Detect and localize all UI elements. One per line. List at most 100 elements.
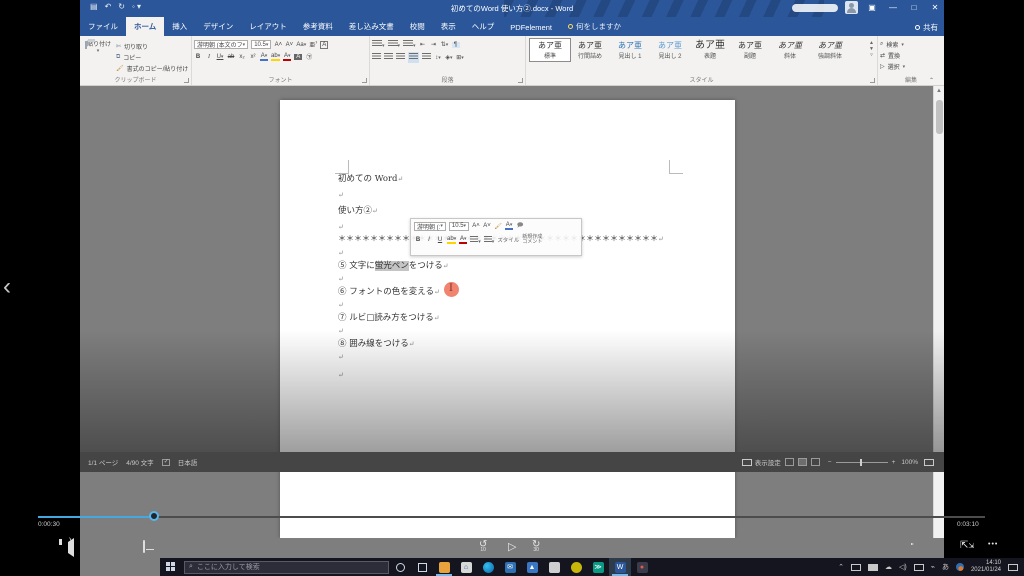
previous-video-chevron[interactable]: ‹	[3, 272, 11, 302]
font-name-combo[interactable]: 游明朝 (本文のフ ▾	[194, 40, 249, 49]
action-center-icon[interactable]	[1008, 563, 1018, 571]
highlight-color-icon[interactable]: ab▾	[271, 53, 281, 61]
mini-grow-font-icon[interactable]: A˄	[472, 223, 480, 229]
subscript-icon[interactable]: x₂	[238, 54, 246, 60]
distribute-icon[interactable]	[422, 53, 431, 62]
doc-empty-line[interactable]: ↵	[338, 248, 344, 259]
style-heading2[interactable]: あア亜 見出し 2	[650, 39, 690, 61]
recorder-app-icon[interactable]: ●	[631, 558, 653, 576]
file-explorer-icon[interactable]	[433, 558, 455, 576]
strikethrough-icon[interactable]: ab	[227, 54, 235, 60]
enclose-character-icon[interactable]: ㊦	[305, 52, 313, 61]
styles-dialog-launcher[interactable]	[870, 78, 875, 83]
style-normal[interactable]: あア亜 標準	[529, 38, 571, 62]
cut-button[interactable]: ✄ 切り取り	[116, 42, 188, 51]
doc-empty-line[interactable]: ↵	[338, 222, 344, 233]
line-spacing-icon[interactable]: ↕▾	[434, 55, 442, 61]
proofing-icon[interactable]	[161, 458, 170, 466]
word-taskbar-icon[interactable]: W	[609, 558, 631, 576]
doc-line-7[interactable]: ⑦ ルビ□読み方をつける↵	[338, 313, 440, 324]
tray-chevron-up-icon[interactable]: ⌃	[838, 563, 844, 571]
share-button[interactable]: 共有	[915, 22, 938, 33]
display-settings-button[interactable]: 表示設定	[755, 457, 781, 467]
cortana-icon[interactable]	[389, 558, 411, 576]
tell-me-box[interactable]: 何をしますか	[560, 17, 629, 36]
ime-mode-indicator[interactable]: あ	[942, 562, 949, 572]
enclose-border-icon[interactable]: A	[320, 40, 329, 49]
forward-30-button[interactable]: ↻ 30	[532, 539, 540, 553]
network-display-icon[interactable]	[913, 563, 924, 571]
yellow-app-icon[interactable]	[565, 558, 587, 576]
superscript-icon[interactable]: x²	[249, 54, 257, 60]
scrollbar-thumb[interactable]	[936, 100, 943, 134]
mini-font-size-combo[interactable]: 10.5 ▾	[448, 221, 470, 231]
styles-gallery-scroll[interactable]: ▲ ▼ ▿	[869, 40, 874, 58]
tab-view[interactable]: 表示	[433, 17, 464, 36]
tab-help[interactable]: ヘルプ	[464, 17, 503, 36]
tab-pdfelement[interactable]: PDFelement	[502, 19, 560, 36]
save-icon[interactable]: ▤	[90, 2, 98, 11]
tab-insert[interactable]: 挿入	[164, 17, 195, 36]
doc-line-6[interactable]: ⑥ フォントの色を変える↵	[338, 287, 440, 298]
mini-bullets-icon[interactable]: ▾	[470, 235, 481, 245]
bullets-icon[interactable]: ▾	[372, 40, 385, 49]
focus-mode-icon[interactable]	[924, 458, 934, 466]
microsoft-store-icon[interactable]: ⌂	[455, 558, 477, 576]
doc-empty-line[interactable]: ↵	[338, 190, 344, 201]
read-mode-icon[interactable]	[784, 458, 794, 466]
doc-empty-line[interactable]: ↵	[338, 370, 344, 381]
shrink-font-icon[interactable]: A˅	[285, 42, 294, 48]
align-left-icon[interactable]	[372, 53, 381, 62]
replace-button[interactable]: ⇄ 置換	[880, 51, 944, 60]
close-button[interactable]: ✕	[928, 3, 942, 12]
doc-line-1[interactable]: 初めての Word↵	[338, 174, 403, 185]
link-icon[interactable]: ⌁	[931, 563, 935, 571]
mini-shrink-font-icon[interactable]: A˅	[483, 223, 491, 229]
ribbon-display-options-icon[interactable]: ▣	[865, 3, 879, 12]
paste-button[interactable]: 貼り付け ▾	[85, 39, 111, 77]
character-shading-icon[interactable]: A	[294, 53, 303, 60]
show-paragraph-marks-icon[interactable]: ¶	[451, 41, 460, 48]
tab-design[interactable]: デザイン	[195, 17, 241, 36]
timeline-scrubber[interactable]	[149, 511, 159, 521]
maximize-button[interactable]: □	[907, 3, 921, 12]
zoom-out-button[interactable]: −	[828, 459, 832, 466]
doc-line-5[interactable]: ⑤ 文字に蛍光ペンをつける↵	[338, 261, 449, 272]
mini-highlight-icon[interactable]: ab▾	[447, 236, 457, 244]
borders-icon[interactable]: ⊞▾	[456, 54, 464, 61]
mail-icon[interactable]: ✉	[499, 558, 521, 576]
volume-icon[interactable]: ◁)	[899, 563, 907, 571]
teal-app-icon[interactable]: ≫	[587, 558, 609, 576]
style-italic[interactable]: あア亜 斜体	[770, 39, 810, 61]
task-view-icon[interactable]	[411, 558, 433, 576]
align-center-icon[interactable]	[384, 53, 393, 62]
account-name-blurred[interactable]	[792, 3, 838, 12]
edge-icon[interactable]	[477, 558, 499, 576]
char-count[interactable]: 4/90 文字	[126, 457, 153, 467]
tray-device-icon[interactable]	[851, 563, 862, 571]
style-title[interactable]: あア亜 表題	[690, 39, 730, 61]
zoom-slider-thumb[interactable]	[859, 458, 862, 466]
clock[interactable]: 14:10 2021/01/24	[971, 560, 1001, 574]
grow-font-icon[interactable]: A˄	[274, 42, 283, 48]
collapse-ribbon-icon[interactable]: ⌃	[929, 77, 934, 84]
text-effects-icon[interactable]: A▾	[260, 53, 268, 61]
increase-indent-icon[interactable]: ⇥	[430, 41, 438, 48]
mini-underline-icon[interactable]: U	[436, 237, 444, 243]
mini-italic-icon[interactable]: I	[425, 237, 433, 243]
tab-file[interactable]: ファイル	[80, 17, 126, 36]
edge-tray-icon[interactable]	[955, 563, 964, 571]
scroll-up-icon[interactable]: ▲	[934, 86, 944, 94]
doc-empty-line[interactable]: ↵	[338, 300, 344, 311]
style-intense-italic[interactable]: あア亜 強調斜体	[810, 39, 850, 61]
zoom-slider[interactable]	[835, 458, 888, 466]
tab-review[interactable]: 校閲	[402, 17, 433, 36]
word-page[interactable]: 初めての Word↵ ↵ 使い方②↵ ↵ ＊＊＊＊＊＊＊＊＊＊＊＊＊＊＊＊＊＊＊…	[280, 100, 735, 538]
zoom-in-button[interactable]: +	[892, 459, 896, 466]
format-painter-button[interactable]: 🖌 書式のコピー/貼り付け	[116, 64, 188, 73]
page-indicator[interactable]: 1/1 ページ	[88, 457, 118, 467]
copy-button[interactable]: ⧉ コピー	[116, 53, 188, 62]
start-button[interactable]	[166, 562, 176, 572]
style-subtitle[interactable]: あア亜 副題	[730, 39, 770, 61]
subtitles-button[interactable]	[143, 540, 145, 553]
